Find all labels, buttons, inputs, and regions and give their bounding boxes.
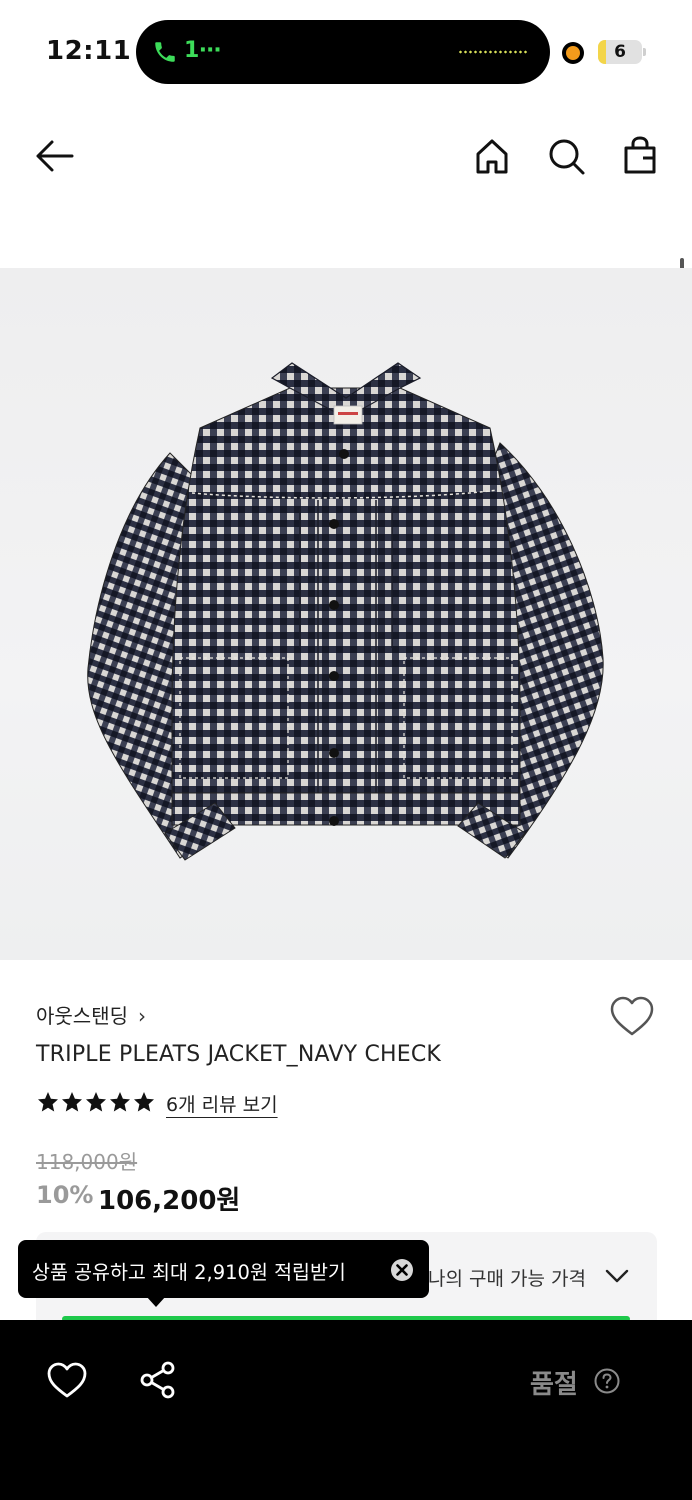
search-icon[interactable]	[544, 134, 588, 178]
original-price: 118,000원	[36, 1150, 138, 1174]
my-price-label: 나의 구매 가능 가격	[428, 1268, 586, 1290]
product-image[interactable]	[0, 268, 692, 960]
brand-link[interactable]: 아웃스탠딩 ›	[36, 1000, 146, 1029]
share-icon[interactable]	[138, 1360, 178, 1400]
status-bar: 12:11 1⋯ 6	[0, 0, 692, 100]
battery-icon: 6	[598, 40, 642, 64]
shopping-bag-icon[interactable]	[618, 134, 662, 178]
heart-icon[interactable]	[46, 1360, 88, 1400]
wishlist-heart-icon[interactable]	[608, 994, 656, 1038]
dynamic-island[interactable]: 1⋯	[136, 20, 550, 84]
sale-price: 106,200원	[98, 1186, 241, 1216]
brand-name: 아웃스탠딩	[36, 1004, 128, 1028]
rating-stars	[38, 1092, 154, 1112]
close-icon[interactable]	[390, 1258, 414, 1282]
chevron-right-icon: ›	[138, 1004, 146, 1028]
phone-icon	[155, 42, 175, 62]
chevron-down-icon	[605, 1269, 629, 1283]
review-link[interactable]: 6개 리뷰 보기	[166, 1090, 278, 1117]
jacket-illustration	[87, 362, 604, 861]
recording-dot-icon	[562, 42, 584, 64]
back-arrow-icon[interactable]	[32, 134, 76, 178]
top-nav	[0, 120, 692, 200]
audio-dots	[458, 50, 528, 54]
call-indicator: 1⋯	[184, 38, 222, 63]
home-icon[interactable]	[470, 134, 514, 178]
help-icon[interactable]	[594, 1368, 620, 1394]
battery-tip	[643, 48, 646, 56]
share-reward-tooltip[interactable]: 상품 공유하고 최대 2,910원 적립받기	[18, 1240, 429, 1298]
clock: 12:11	[46, 36, 132, 66]
tooltip-tail	[146, 1296, 166, 1307]
tooltip-text: 상품 공유하고 최대 2,910원 적립받기	[32, 1261, 346, 1284]
soldout-label: 품절	[530, 1370, 578, 1400]
discount-rate: 10%	[36, 1181, 94, 1209]
product-title: TRIPLE PLEATS JACKET_NAVY CHECK	[36, 1042, 442, 1067]
battery-level: 6	[614, 42, 626, 62]
bottom-action-bar: 품절	[0, 1320, 692, 1500]
